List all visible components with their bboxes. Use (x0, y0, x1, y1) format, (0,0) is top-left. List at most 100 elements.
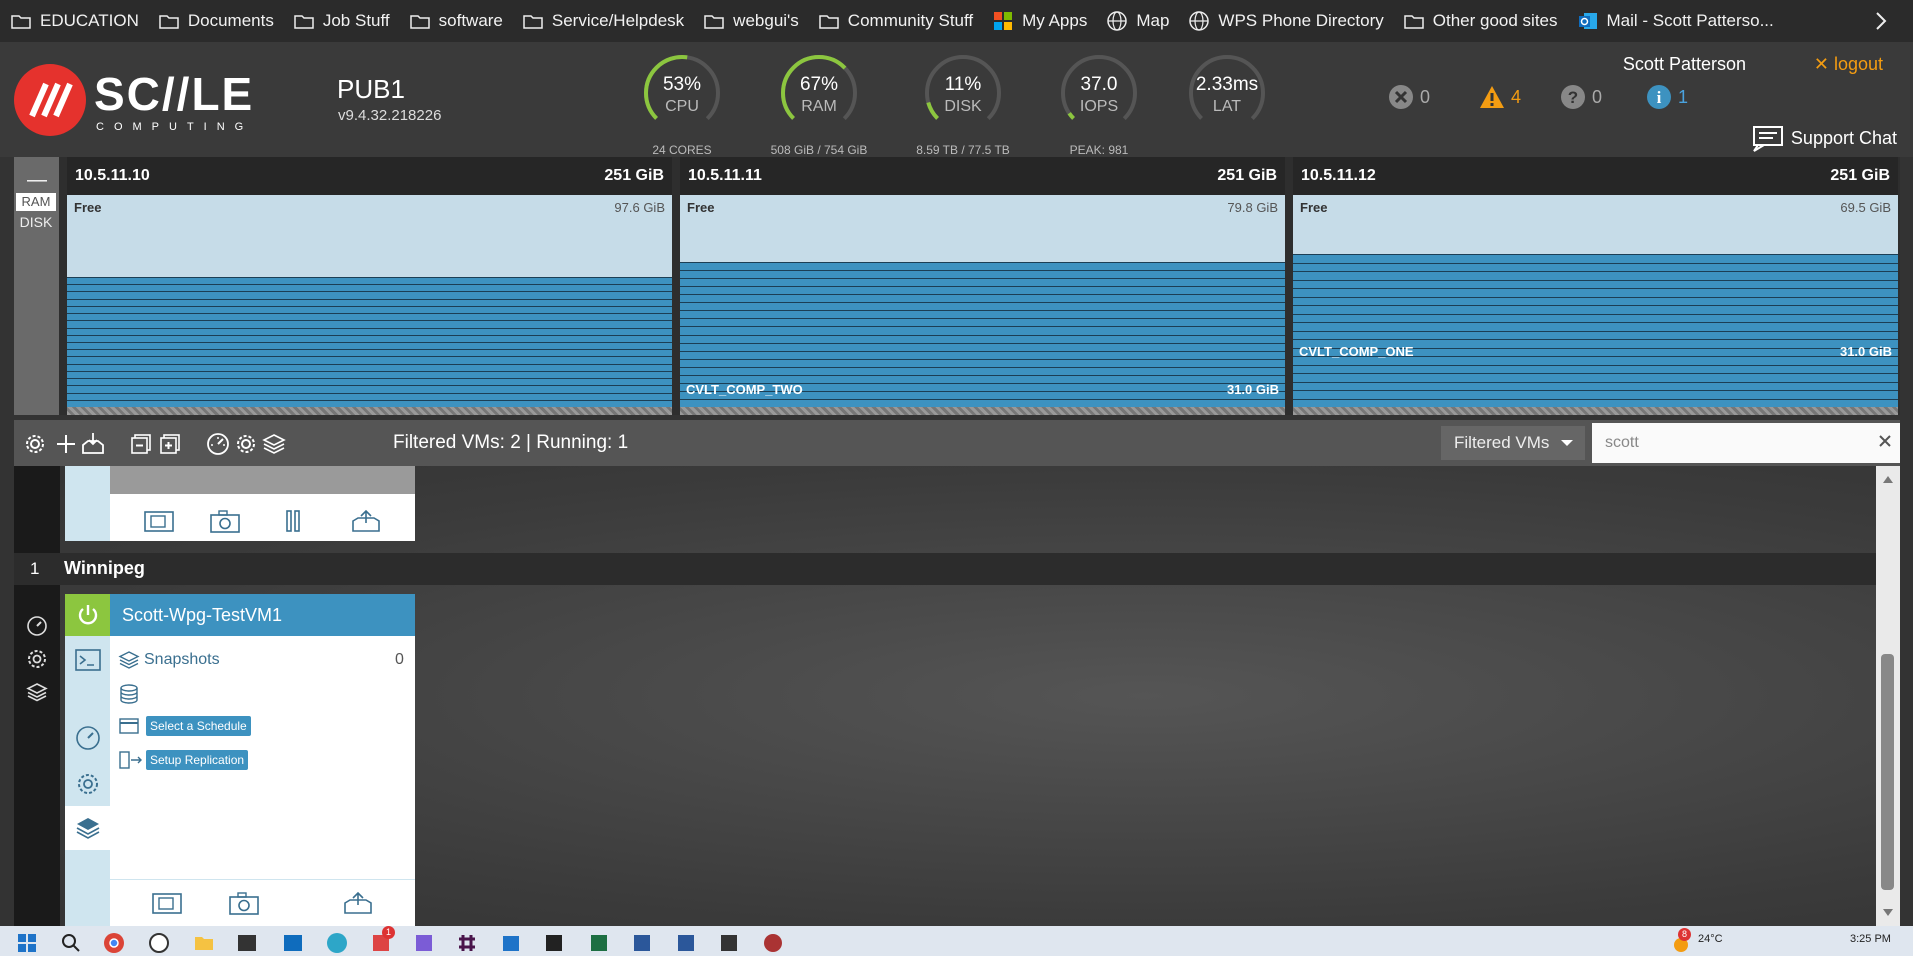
scroll-down-icon[interactable] (1881, 908, 1895, 918)
vm-segment-size: 31.0 GiB (1839, 344, 1892, 359)
expand-all-icon[interactable] (157, 431, 183, 457)
bookmark-item[interactable]: Documents (148, 0, 283, 42)
bookmark-item[interactable]: Service/Helpdesk (512, 0, 693, 42)
vm-name: Scott-Wpg-TestVM1 (122, 605, 283, 625)
windows-start-icon[interactable] (16, 932, 38, 954)
bookmark-item[interactable]: WPS Phone Directory (1178, 0, 1392, 42)
bookmark-label: My Apps (1022, 11, 1088, 30)
bookmark-item[interactable]: Job Stuff (283, 0, 399, 42)
scroll-thumb[interactable] (1881, 654, 1894, 890)
gauge-cpu: 53% CPU 24 CORES (637, 54, 727, 157)
node-card[interactable]: 10.5.11.12 251 GiB Free 69.5 GiB CVLT_COMP_O… (1293, 157, 1898, 415)
console-icon[interactable] (143, 508, 175, 534)
bookmark-item[interactable]: webgui's (693, 0, 808, 42)
gauge-disk: 11% DISK 8.59 TB / 77.5 TB (916, 54, 1010, 157)
collapse-button[interactable]: — (22, 170, 52, 190)
app-icon[interactable] (543, 932, 565, 954)
node-card[interactable]: 10.5.11.11 251 GiB Free 79.8 GiB CVLT_COMP_T… (680, 157, 1285, 415)
bookmark-item[interactable]: EDUCATION (0, 0, 148, 42)
bookmark-item[interactable]: Community Stuff (808, 0, 982, 42)
tab-disk[interactable]: DISK (16, 213, 56, 231)
select-schedule-button[interactable]: Select a Schedule (146, 716, 251, 736)
vm-search-input[interactable] (1592, 423, 1900, 463)
filter-dropdown[interactable]: Filtered VMs (1441, 426, 1585, 460)
bookmark-item[interactable]: Other good sites (1393, 0, 1567, 42)
performance-icon[interactable] (205, 431, 231, 457)
vm-list-sidebar (14, 466, 60, 926)
bookmark-label: webgui's (733, 11, 799, 30)
edge-icon[interactable] (326, 932, 348, 954)
chrome-icon[interactable] (103, 932, 125, 954)
layers-icon[interactable] (261, 431, 287, 457)
vm-ram-segment[interactable] (67, 385, 672, 393)
word-icon[interactable] (675, 932, 697, 954)
unknown-status[interactable]: ? 0 (1560, 84, 1602, 110)
gauge-iops: 37.0 IOPS PEAK: 981 (1054, 54, 1144, 157)
app-icon[interactable] (413, 932, 435, 954)
calendar-icon[interactable] (500, 932, 522, 954)
app-icon[interactable] (148, 932, 170, 954)
bookmark-item[interactable]: Map (1096, 0, 1178, 42)
search-icon[interactable] (60, 932, 82, 954)
error-status[interactable]: 0 (1388, 84, 1430, 110)
app-icon[interactable] (718, 932, 740, 954)
settings-icon[interactable] (74, 770, 102, 798)
error-count: 0 (1419, 86, 1430, 107)
camera-icon[interactable] (209, 508, 241, 534)
export-icon[interactable] (350, 508, 382, 534)
globe-icon (1189, 11, 1210, 31)
pause-icon[interactable] (277, 508, 309, 534)
vm-ram-segment[interactable] (67, 291, 672, 299)
setup-replication-button[interactable]: Setup Replication (146, 750, 249, 770)
gauge-label: DISK (944, 98, 982, 115)
scale-computing-logo: SC//LE COMPUTING (14, 64, 252, 136)
performance-icon[interactable] (25, 614, 49, 638)
layers-icon[interactable] (25, 680, 49, 704)
clear-search-icon[interactable] (1875, 431, 1895, 451)
chevron-right-icon[interactable] (1869, 9, 1893, 33)
console-icon[interactable] (74, 648, 102, 672)
export-icon[interactable] (342, 890, 374, 916)
scroll-up-icon[interactable] (1881, 474, 1895, 484)
collapse-all-icon[interactable] (128, 431, 154, 457)
bookmark-item[interactable]: Mail - Scott Patterso... (1567, 0, 1783, 42)
settings-icon[interactable] (25, 647, 49, 671)
info-status[interactable]: i 1 (1646, 84, 1688, 110)
unknown-count: 0 (1591, 86, 1602, 107)
error-icon (1388, 85, 1413, 109)
support-chat-button[interactable]: Support Chat (1750, 124, 1897, 152)
vm-ram-segment[interactable] (67, 356, 672, 364)
snapshots-tab-active[interactable] (65, 806, 110, 850)
bookmark-label: software (438, 11, 503, 30)
vm-ram-segment[interactable] (67, 320, 672, 328)
snapshots-row[interactable]: Snapshots (118, 649, 220, 671)
gauge-lat: 2.33ms LAT (1182, 54, 1272, 154)
warning-status[interactable]: 4 (1479, 84, 1521, 110)
performance-icon[interactable] (74, 724, 102, 752)
tab-ram[interactable]: RAM (16, 193, 56, 211)
excel-icon[interactable] (588, 932, 610, 954)
vm-group-row[interactable]: 1 Winnipeg (14, 553, 1876, 585)
bookmark-item[interactable]: software (399, 0, 512, 42)
camera-icon[interactable] (228, 890, 260, 916)
file-explorer-icon[interactable] (193, 932, 215, 954)
gauge-value: 53% (662, 74, 702, 95)
logout-link[interactable]: ✕ logout (1814, 54, 1883, 75)
app-icon[interactable] (631, 932, 653, 954)
outlook-icon[interactable] (282, 932, 304, 954)
vertical-scrollbar[interactable] (1876, 466, 1900, 926)
console-icon[interactable] (151, 890, 183, 916)
slack-icon[interactable] (456, 932, 478, 954)
gear-icon[interactable] (22, 431, 48, 457)
power-button[interactable] (65, 594, 110, 636)
settings-icon[interactable] (233, 431, 259, 457)
import-vm-icon[interactable] (80, 431, 106, 457)
app-icon[interactable] (762, 932, 784, 954)
add-vm-icon[interactable] (53, 431, 79, 457)
bookmark-item[interactable]: My Apps (982, 0, 1096, 42)
terminal-icon[interactable] (236, 932, 258, 954)
node-card[interactable]: 10.5.11.10 251 GiB Free 97.6 GiB (67, 157, 672, 415)
vm-title-bar[interactable]: Scott-Wpg-TestVM1 (110, 594, 415, 636)
taskbar-clock[interactable]: 3:25 PM (1850, 933, 1891, 945)
vm-ram-segment[interactable] (680, 326, 1285, 335)
